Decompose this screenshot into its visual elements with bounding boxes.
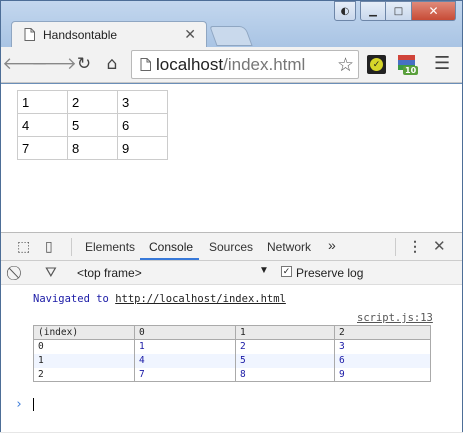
grid-cell[interactable]: 9: [117, 136, 168, 160]
toolbar-divider: [71, 238, 72, 256]
console-toolbar: ⃠ ⛛ <top frame> ▼ ✓ Preserve log: [1, 261, 462, 285]
browser-toolbar: 🡐 🡒 ↻ ⌂ localhost/index.html ☆ ✓ 10 ☰: [1, 47, 462, 83]
menu-icon[interactable]: ☰: [434, 53, 450, 74]
tab-title: Handsontable: [43, 27, 118, 42]
table-cell: 6: [334, 353, 431, 368]
table-cell: 8: [235, 367, 335, 382]
window-controls: ◐ ▁ □ ✕: [334, 1, 456, 21]
more-tabs-icon[interactable]: »: [328, 237, 336, 253]
maximize-button[interactable]: □: [386, 1, 412, 21]
user-icon[interactable]: ◐: [334, 1, 356, 21]
toolbar-divider: [395, 238, 396, 256]
grid-cell[interactable]: 4: [17, 113, 68, 137]
tab-close-icon[interactable]: ✕: [184, 27, 196, 43]
device-mode-icon[interactable]: ▯: [45, 238, 53, 255]
new-tab-button[interactable]: [209, 26, 253, 46]
console-input[interactable]: [33, 398, 34, 411]
grid-cell[interactable]: 2: [67, 90, 118, 114]
address-bar[interactable]: localhost/index.html ☆: [131, 50, 359, 79]
url-host: localhost: [156, 54, 224, 74]
column-header[interactable]: 2: [334, 325, 431, 340]
close-devtools-icon[interactable]: ✕: [433, 237, 446, 255]
close-window-button[interactable]: ✕: [412, 1, 456, 21]
active-tab-indicator: [140, 258, 199, 260]
console-prompt-icon: ›: [15, 397, 23, 412]
tab-network[interactable]: Network: [267, 240, 311, 254]
tab-elements[interactable]: Elements: [85, 240, 135, 254]
table-cell: 9: [334, 367, 431, 382]
navigation-prefix: Navigated to: [33, 293, 116, 305]
grid-cell[interactable]: 1: [17, 90, 68, 114]
table-cell: 1: [33, 353, 135, 368]
extension-badge: 10: [403, 66, 419, 75]
forward-icon[interactable]: 🡒: [31, 54, 77, 74]
table-cell: 5: [235, 353, 335, 368]
browser-window: ◐ ▁ □ ✕ Handsontable ✕ 🡐 🡒 ↻ ⌂ localhost…: [0, 0, 463, 432]
handsontable-grid: 1 2 3 4 5 6 7 8 9: [17, 90, 168, 160]
extension-stack-icon[interactable]: 10: [398, 55, 419, 75]
chevron-down-icon[interactable]: ▼: [259, 265, 269, 276]
table-cell: 4: [134, 353, 236, 368]
column-header[interactable]: 0: [134, 325, 236, 340]
console-output: Navigated to http://localhost/index.html…: [1, 285, 462, 433]
inspect-element-icon[interactable]: ⬚: [17, 238, 30, 255]
table-cell: 3: [334, 339, 431, 354]
table-cell: 0: [33, 339, 135, 354]
column-header[interactable]: (index): [33, 325, 135, 340]
title-bar: ◐ ▁ □ ✕ Handsontable ✕: [1, 1, 462, 47]
bookmark-star-icon[interactable]: ☆: [337, 54, 354, 76]
devtools-tabbar: ⬚ ▯ Elements Console Sources Network » ⋮…: [1, 233, 462, 261]
minimize-button[interactable]: ▁: [360, 1, 386, 21]
filter-icon[interactable]: ⛛: [45, 264, 57, 281]
customize-menu-icon[interactable]: ⋮: [408, 238, 422, 255]
reload-icon[interactable]: ↻: [74, 54, 94, 74]
page-viewport: 1 2 3 4 5 6 7 8 9: [1, 84, 462, 232]
navigation-message: Navigated to http://localhost/index.html: [33, 293, 286, 305]
grid-cell[interactable]: 3: [117, 90, 168, 114]
console-table: (index) 0 1 2 0 1 2 3 1 4 5 6 2 7 8 9: [33, 325, 431, 382]
column-header[interactable]: 1: [235, 325, 335, 340]
url-text: localhost/index.html: [156, 55, 305, 75]
extension-check-icon[interactable]: ✓: [367, 55, 386, 74]
grid-row: 4 5 6: [17, 113, 168, 137]
table-row: 1 4 5 6: [33, 353, 431, 368]
context-selector[interactable]: <top frame>: [77, 266, 142, 280]
source-link[interactable]: script.js:13: [357, 312, 433, 324]
preserve-log-label: Preserve log: [296, 266, 364, 280]
page-icon: [24, 28, 35, 41]
browser-tab[interactable]: Handsontable ✕: [11, 21, 207, 47]
grid-row: 1 2 3: [17, 90, 168, 114]
table-cell: 2: [235, 339, 335, 354]
grid-cell[interactable]: 6: [117, 113, 168, 137]
grid-cell[interactable]: 8: [67, 136, 118, 160]
table-cell: 1: [134, 339, 236, 354]
url-path: /index.html: [223, 54, 306, 74]
table-cell: 2: [33, 367, 135, 382]
home-icon[interactable]: ⌂: [102, 54, 122, 74]
table-cell: 7: [134, 367, 236, 382]
table-row: 2 7 8 9: [33, 367, 431, 382]
devtools-panel: ⬚ ▯ Elements Console Sources Network » ⋮…: [1, 232, 462, 432]
preserve-log-checkbox[interactable]: ✓: [281, 266, 292, 277]
table-row: 0 1 2 3: [33, 339, 431, 354]
tab-console[interactable]: Console: [149, 240, 193, 254]
page-info-icon[interactable]: [140, 58, 151, 71]
tab-sources[interactable]: Sources: [209, 240, 253, 254]
navigation-url-link[interactable]: http://localhost/index.html: [115, 293, 286, 305]
console-table-header: (index) 0 1 2: [33, 325, 431, 340]
grid-cell[interactable]: 7: [17, 136, 68, 160]
grid-cell[interactable]: 5: [67, 113, 118, 137]
grid-row: 7 8 9: [17, 136, 168, 160]
